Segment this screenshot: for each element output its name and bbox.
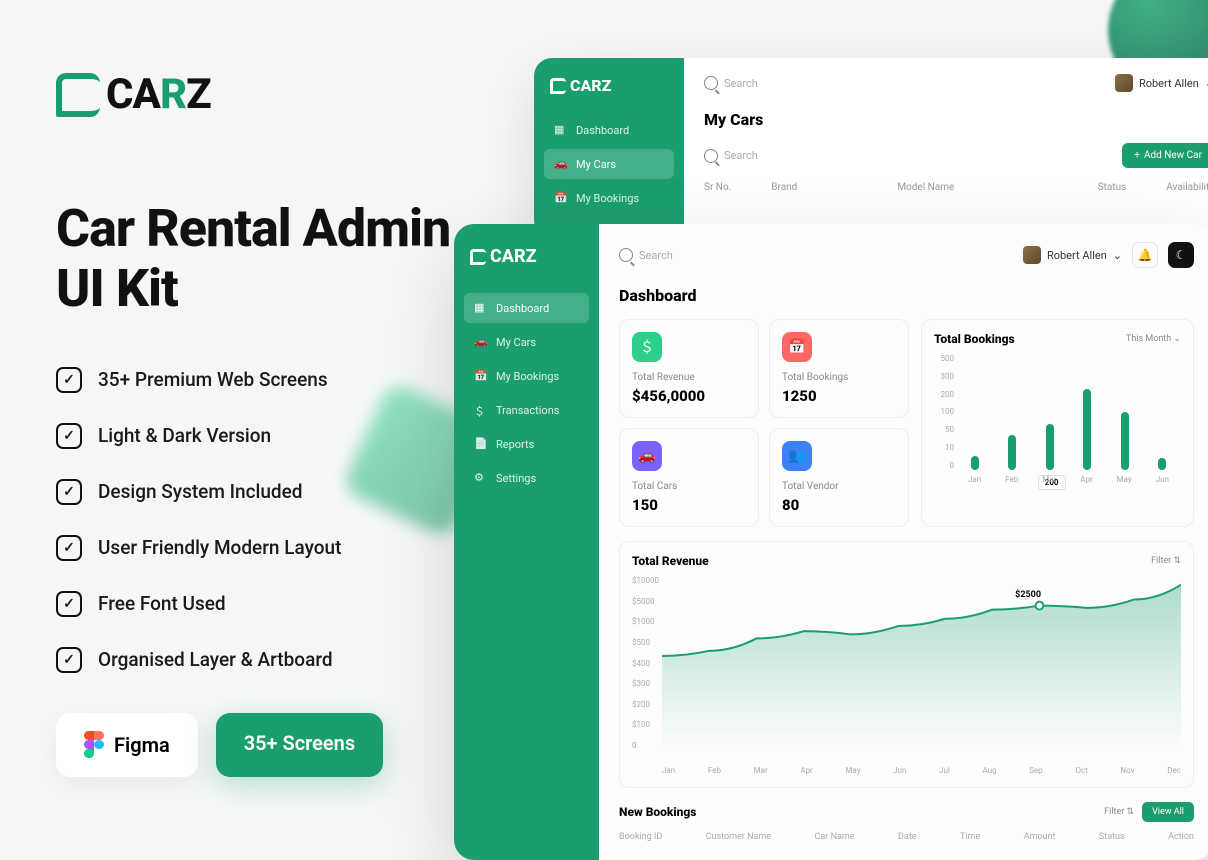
promo-panel: CARZ Car Rental Admin UI Kit 35+ Premium… bbox=[56, 70, 456, 777]
logo-mark-icon bbox=[56, 73, 100, 117]
table-header: Sr No. Brand Model Name Status Availabil… bbox=[704, 182, 1208, 193]
search-input[interactable]: Search bbox=[704, 76, 758, 90]
feature-item: User Friendly Modern Layout bbox=[56, 535, 456, 561]
screens-button[interactable]: 35+ Screens bbox=[216, 713, 383, 777]
new-bookings-section: New Bookings Filter ⇅ View All Booking I… bbox=[619, 802, 1194, 842]
sidebar-item-settings[interactable]: ⚙Settings bbox=[464, 463, 589, 493]
bar-chart-yaxis: 50030020010050100 bbox=[934, 354, 954, 470]
grid-icon: ▦ bbox=[554, 123, 568, 137]
search-icon bbox=[619, 248, 633, 262]
sidebar-item-reports[interactable]: 📄Reports bbox=[464, 429, 589, 459]
dark-mode-toggle[interactable]: ☾ bbox=[1168, 242, 1194, 268]
logo-mark-icon bbox=[550, 78, 566, 94]
feature-item: Free Font Used bbox=[56, 591, 456, 617]
plus-icon: + bbox=[1134, 150, 1140, 161]
search-icon bbox=[704, 76, 718, 90]
bar-column bbox=[1121, 412, 1129, 470]
brand-logo-small: CARZ bbox=[544, 76, 674, 95]
view-all-button[interactable]: View All bbox=[1142, 802, 1194, 822]
avatar bbox=[1023, 246, 1041, 264]
check-icon bbox=[56, 647, 82, 673]
feature-item: 35+ Premium Web Screens bbox=[56, 367, 456, 393]
promo-title: Car Rental Admin UI Kit bbox=[56, 199, 456, 319]
feature-list: 35+ Premium Web Screens Light & Dark Ver… bbox=[56, 367, 456, 673]
line-chart-svg bbox=[662, 576, 1181, 750]
stat-total-vendor: 👥 Total Vendor 80 bbox=[769, 428, 909, 527]
notifications-button[interactable]: 🔔 bbox=[1132, 242, 1158, 268]
sidebar-item-mybookings[interactable]: 📅My Bookings bbox=[544, 183, 674, 213]
bar-column bbox=[1083, 389, 1091, 470]
total-bookings-chart: Total Bookings This Month ⌄ 500300200100… bbox=[921, 319, 1194, 527]
chart-filter-button[interactable]: Filter ⇅ bbox=[1151, 556, 1181, 566]
grid-icon: ▦ bbox=[474, 301, 488, 315]
users-icon: 👥 bbox=[782, 441, 812, 471]
stat-total-bookings: 📅 Total Bookings 1250 bbox=[769, 319, 909, 418]
report-icon: 📄 bbox=[474, 437, 488, 451]
total-revenue-chart: Total Revenue Filter ⇅ $10000$5000$1000$… bbox=[619, 541, 1194, 788]
bar-column bbox=[1158, 458, 1166, 470]
search-input[interactable]: Search bbox=[619, 248, 673, 262]
avatar bbox=[1115, 74, 1133, 92]
calendar-icon: 📅 bbox=[474, 369, 488, 383]
sidebar-item-dashboard[interactable]: ▦Dashboard bbox=[464, 293, 589, 323]
feature-item: Design System Included bbox=[56, 479, 456, 505]
moon-icon: ☾ bbox=[1176, 248, 1187, 262]
bar-column bbox=[1046, 424, 1054, 470]
user-menu[interactable]: Robert Allen⌄ bbox=[1023, 246, 1122, 264]
dollar-icon: ＄ bbox=[474, 403, 488, 417]
page-title: My Cars bbox=[704, 110, 1208, 129]
bar-column bbox=[971, 456, 979, 470]
check-icon bbox=[56, 367, 82, 393]
mycars-screen: CARZ ▦Dashboard 🚗My Cars 📅My Bookings Se… bbox=[534, 58, 1208, 238]
car-icon: 🚗 bbox=[474, 335, 488, 349]
figma-button[interactable]: Figma bbox=[56, 713, 198, 777]
logo-mark-icon bbox=[470, 249, 486, 265]
car-icon: 🚗 bbox=[554, 157, 568, 171]
brand-logo-small: CARZ bbox=[464, 246, 589, 267]
chevron-down-icon: ⌄ bbox=[1113, 249, 1122, 262]
sidebar-item-mycars[interactable]: 🚗My Cars bbox=[544, 149, 674, 179]
filter-button[interactable]: Filter ⇅ bbox=[1104, 807, 1134, 817]
stat-total-revenue: ＄ Total Revenue $456,0000 bbox=[619, 319, 759, 418]
chart-filter-dropdown[interactable]: This Month ⌄ bbox=[1126, 334, 1181, 344]
gear-icon: ⚙ bbox=[474, 471, 488, 485]
sidebar-item-mybookings[interactable]: 📅My Bookings bbox=[464, 361, 589, 391]
sidebar: CARZ ▦Dashboard 🚗My Cars 📅My Bookings bbox=[534, 58, 684, 238]
calendar-icon: 📅 bbox=[782, 332, 812, 362]
check-icon bbox=[56, 423, 82, 449]
check-icon bbox=[56, 535, 82, 561]
feature-item: Light & Dark Version bbox=[56, 423, 456, 449]
calendar-icon: 📅 bbox=[554, 191, 568, 205]
chart-tooltip: $2500 bbox=[1015, 590, 1041, 600]
brand-logo: CARZ bbox=[56, 70, 456, 119]
sidebar: CARZ ▦Dashboard 🚗My Cars 📅My Bookings ＄T… bbox=[454, 224, 599, 860]
figma-icon bbox=[84, 731, 104, 759]
line-chart-xaxis: JanFebMarAprMayJunJulAugSepOctNovDec bbox=[632, 766, 1181, 775]
table-header: Booking ID Customer Name Car Name Date T… bbox=[619, 832, 1194, 842]
stat-total-cars: 🚗 Total Cars 150 bbox=[619, 428, 759, 527]
sidebar-item-mycars[interactable]: 🚗My Cars bbox=[464, 327, 589, 357]
bar-column bbox=[1008, 435, 1016, 470]
page-title: Dashboard bbox=[619, 286, 1194, 305]
brand-text: CARZ bbox=[106, 70, 211, 119]
sidebar-item-dashboard[interactable]: ▦Dashboard bbox=[544, 115, 674, 145]
line-chart-yaxis: $10000$5000$1000$500$400$300$200$1000 bbox=[632, 576, 660, 750]
search-icon bbox=[704, 149, 718, 163]
dollar-icon: ＄ bbox=[632, 332, 662, 362]
feature-item: Organised Layer & Artboard bbox=[56, 647, 456, 673]
dashboard-screen: CARZ ▦Dashboard 🚗My Cars 📅My Bookings ＄T… bbox=[454, 224, 1208, 860]
add-new-car-button[interactable]: +Add New Car bbox=[1122, 143, 1208, 168]
sidebar-item-transactions[interactable]: ＄Transactions bbox=[464, 395, 589, 425]
bell-icon: 🔔 bbox=[1138, 248, 1153, 262]
check-icon bbox=[56, 591, 82, 617]
check-icon bbox=[56, 479, 82, 505]
user-menu[interactable]: Robert Allen⌄ bbox=[1115, 74, 1208, 92]
car-icon: 🚗 bbox=[632, 441, 662, 471]
table-search-input[interactable]: Search bbox=[704, 149, 758, 163]
